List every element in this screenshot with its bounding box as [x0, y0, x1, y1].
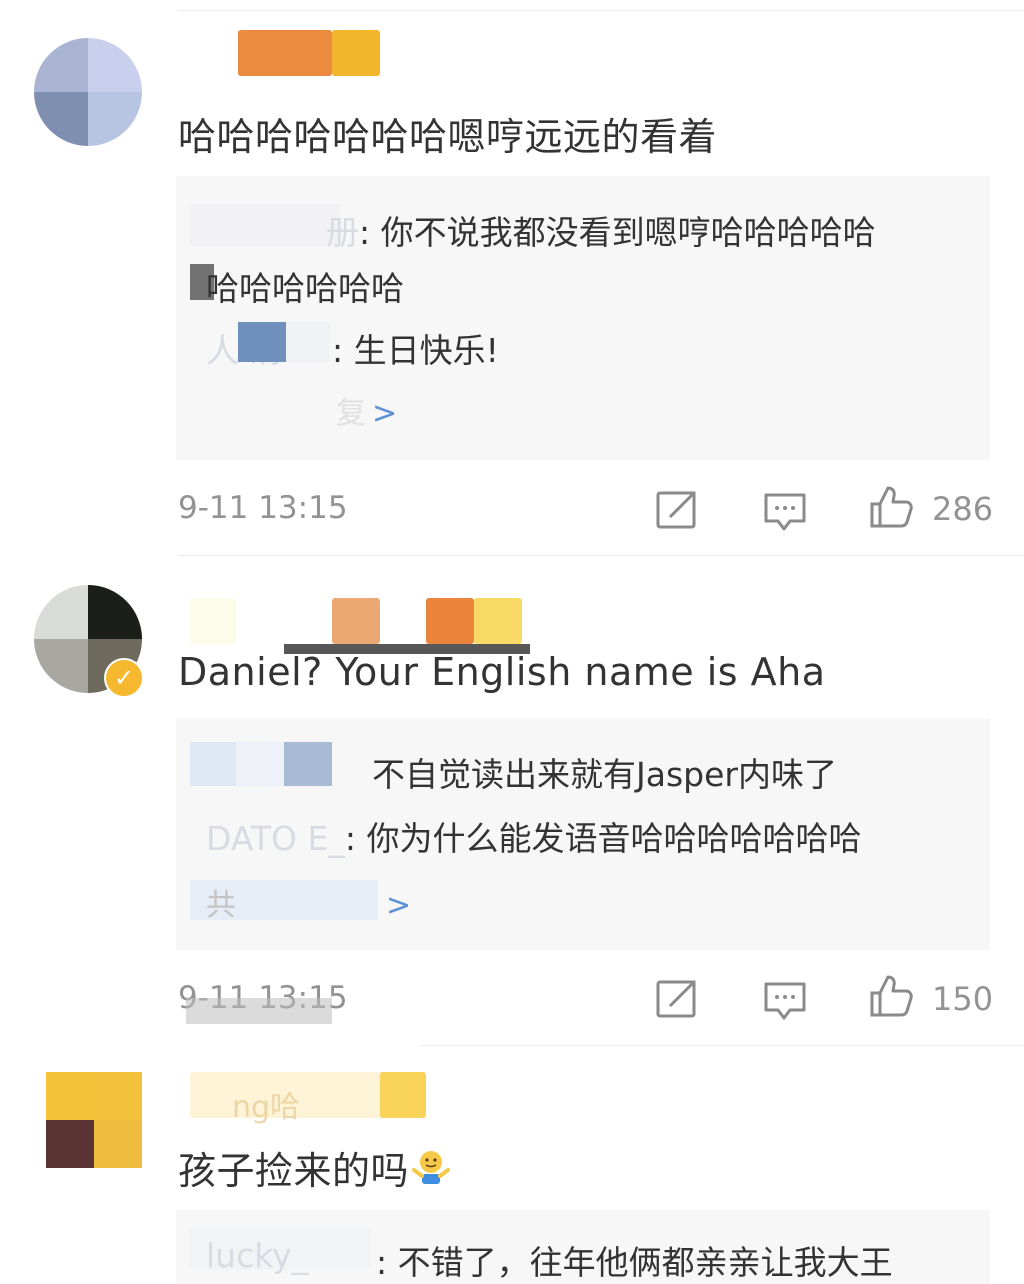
- reply-nick[interactable]: DATO E_: [206, 819, 345, 858]
- reply-text: 不错了，往年他俩都亲亲让我大王: [397, 1243, 893, 1282]
- username-blurred: [380, 1072, 426, 1118]
- more-replies-label: 复: [336, 396, 366, 431]
- reply-line[interactable]: lucky_: [206, 1236, 308, 1275]
- reply-box[interactable]: 册: 你不说我都没看到嗯哼哈哈哈哈哈 哈哈哈哈哈哈 人 清 : 生日快乐! 复>: [176, 176, 990, 460]
- username-blurred[interactable]: [238, 30, 332, 76]
- username-blurred[interactable]: [190, 598, 236, 644]
- reply-line-text[interactable]: 不自觉读出来就有Jasper内味了: [372, 748, 837, 796]
- reply-text: 生日快乐!: [353, 331, 499, 370]
- username-partial: ng哈: [232, 1090, 301, 1125]
- timestamp: 9-11 13:15: [178, 490, 348, 526]
- reply-text: 哈哈哈哈哈哈: [206, 269, 404, 308]
- reply-text: 你为什么能发语音哈哈哈哈哈哈哈: [366, 819, 862, 858]
- nick-blurred: [238, 322, 286, 362]
- blur-strip: [186, 998, 332, 1024]
- share-icon[interactable]: [654, 487, 700, 533]
- comment-text: Daniel? Your English name is Aha: [178, 650, 826, 694]
- nick-blurred: [236, 742, 284, 786]
- share-icon[interactable]: [654, 976, 700, 1022]
- username-blurred: [332, 30, 380, 76]
- nick-blurred: [190, 204, 340, 246]
- more-replies-label: 共: [206, 888, 236, 923]
- reply-text: 你不说我都没看到嗯哼哈哈哈哈哈: [380, 213, 876, 252]
- chevron-right-icon: >: [386, 888, 412, 923]
- reply-nick[interactable]: lucky_: [206, 1236, 308, 1275]
- thumbs-up-icon[interactable]: [868, 484, 914, 530]
- shrug-emoji-icon: [412, 1151, 451, 1184]
- reply-line[interactable]: 册: 你不说我都没看到嗯哼哈哈哈哈哈: [326, 206, 876, 254]
- reply-line-cont: 哈哈哈哈哈哈: [206, 262, 404, 310]
- reply-box[interactable]: lucky_ : 不错了，往年他俩都亲亲让我大王: [176, 1210, 990, 1284]
- reply-text: 不自觉读出来就有Jasper内味了: [372, 755, 837, 794]
- nick-blurred: [284, 742, 332, 786]
- like-count: 286: [932, 490, 994, 528]
- reply-box[interactable]: 不自觉读出来就有Jasper内味了 DATO E_: 你为什么能发语音哈哈哈哈哈…: [176, 718, 990, 950]
- comment-text: 孩子捡来的吗: [178, 1140, 451, 1195]
- comment-text: 哈哈哈哈哈哈哈嗯哼远远的看着: [178, 115, 718, 159]
- avatar[interactable]: [34, 38, 142, 146]
- nick-blurred: [190, 742, 236, 786]
- more-replies-link[interactable]: 共 >: [206, 880, 411, 924]
- reply-line[interactable]: DATO E_: 你为什么能发语音哈哈哈哈哈哈哈: [206, 812, 861, 860]
- reply-line-text: : 生日快乐!: [332, 331, 499, 370]
- divider: [178, 555, 1024, 556]
- reply-line-text: : 不错了，往年他俩都亲亲让我大王: [376, 1243, 893, 1282]
- avatar[interactable]: [46, 1072, 142, 1168]
- divider: [420, 1045, 1024, 1046]
- thumbs-up-icon[interactable]: [868, 973, 914, 1019]
- username-blurred: [426, 598, 474, 644]
- comment-icon[interactable]: [762, 489, 808, 535]
- nick-blurred: [286, 322, 330, 362]
- username-blurred: [332, 598, 380, 644]
- more-replies-link[interactable]: 复 >: [336, 388, 397, 432]
- comment-text-body: 孩子捡来的吗: [178, 1149, 410, 1193]
- divider-top: [178, 10, 1024, 11]
- chevron-right-icon: >: [372, 396, 398, 431]
- reply-nick[interactable]: 册: [326, 213, 359, 252]
- verified-badge-icon: ✓: [104, 658, 144, 698]
- like-count: 150: [932, 980, 994, 1018]
- username-blurred: [474, 598, 522, 644]
- comment-icon[interactable]: [762, 978, 808, 1024]
